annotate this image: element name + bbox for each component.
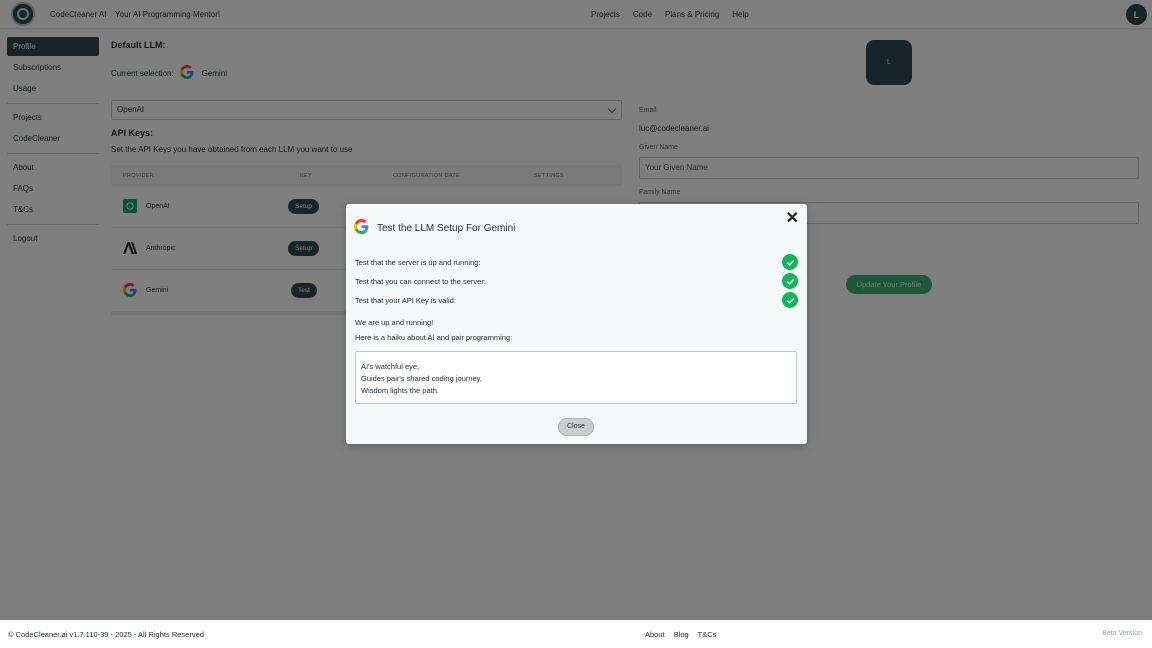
check-label: Test that your API Key is valid: — [355, 295, 456, 305]
footer-link-about[interactable]: About — [645, 630, 665, 639]
close-button[interactable]: Close — [558, 418, 594, 436]
check-circle-icon — [782, 273, 798, 289]
check-circle-icon — [782, 292, 798, 308]
footer: © CodeCleaner.ai v1.7.110-39 - 2025 - Al… — [0, 620, 1152, 648]
copyright: © CodeCleaner.ai v1.7.110-39 - 2025 - Al… — [8, 630, 204, 639]
modal-header: Test the LLM Setup For Gemini — [354, 219, 515, 237]
check-row-server-connect: Test that you can connect to the server: — [355, 273, 798, 289]
test-llm-modal: Test the LLM Setup For Gemini ✕ Test tha… — [346, 204, 807, 444]
check-circle-icon — [782, 254, 798, 270]
footer-links: About Blog T&Cs — [645, 630, 723, 639]
check-label: Test that you can connect to the server: — [355, 276, 486, 286]
beta-version-label: Beta Version — [1102, 630, 1142, 637]
check-row-server-running: Test that the server is up and running: — [355, 254, 798, 270]
modal-title: Test the LLM Setup For Gemini — [377, 222, 516, 234]
footer-link-blog[interactable]: Blog — [674, 630, 689, 639]
haiku-intro: Here is a haiku about AI and pair progra… — [355, 333, 513, 342]
haiku-line: Wisdom lights the path. — [361, 386, 439, 395]
status-message: We are up and running! — [355, 318, 434, 327]
check-row-api-key-valid: Test that your API Key is valid: — [355, 292, 798, 308]
check-label: Test that the server is up and running: — [355, 257, 481, 267]
footer-link-tcs[interactable]: T&Cs — [698, 630, 717, 639]
close-icon[interactable]: ✕ — [786, 211, 799, 227]
haiku-line: AI's watchful eye, — [361, 362, 420, 371]
google-icon — [354, 219, 369, 237]
haiku-output-box: AI's watchful eye, Guides pair's shared … — [355, 351, 797, 404]
haiku-line: Guides pair's shared coding journey, — [361, 374, 482, 383]
